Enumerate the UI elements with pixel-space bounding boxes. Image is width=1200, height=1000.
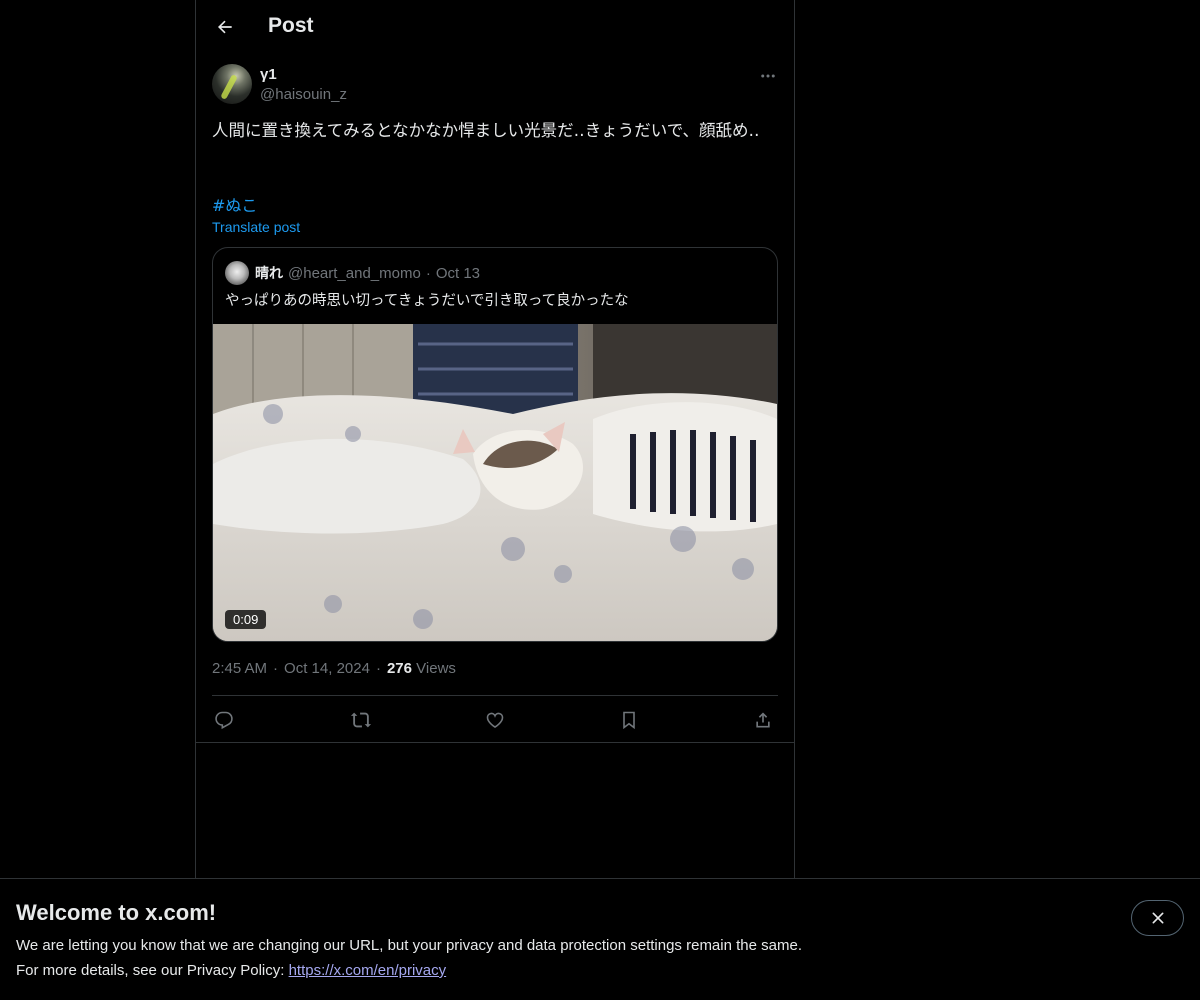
quoted-author-handle: @heart_and_momo <box>288 264 421 282</box>
bookmark-icon <box>623 711 635 730</box>
cats-in-bed-image <box>213 324 777 641</box>
welcome-banner: Welcome to x.com! We are letting you kno… <box>0 878 1200 1000</box>
quoted-post-header: 晴れ @heart_and_momo · Oct 13 <box>225 261 480 285</box>
quoted-avatar <box>225 261 249 285</box>
close-icon <box>1152 912 1163 924</box>
more-button[interactable] <box>756 64 780 88</box>
repost-icon <box>350 712 372 728</box>
bookmark-button[interactable] <box>617 708 641 732</box>
close-banner-button[interactable] <box>1131 900 1184 936</box>
quoted-post[interactable]: 晴れ @heart_and_momo · Oct 13 やっぱりあの時思い切って… <box>212 247 778 642</box>
banner-title: Welcome to x.com! <box>16 900 217 925</box>
post-date[interactable]: Oct 14, 2024 <box>284 660 370 677</box>
quoted-date: Oct 13 <box>435 264 480 282</box>
share-button[interactable] <box>751 708 775 732</box>
back-button[interactable] <box>208 10 242 44</box>
quoted-author-name: 晴れ <box>255 266 283 282</box>
reply-button[interactable] <box>212 708 236 732</box>
repost-button[interactable] <box>349 708 373 732</box>
quoted-post-text: やっぱりあの時思い切ってきょうだいで引き取って良かったな <box>225 293 629 309</box>
translate-post-link[interactable]: Translate post <box>212 219 300 235</box>
banner-privacy-line: For more details, see our Privacy Policy… <box>16 962 446 979</box>
banner-message: We are letting you know that we are chan… <box>16 937 802 954</box>
avatar[interactable] <box>212 64 252 104</box>
reply-icon <box>215 711 233 730</box>
page-title: Post <box>268 14 314 37</box>
post-meta: 2:45 AM · Oct 14, 2024 · 276 Views <box>212 660 456 677</box>
arrow-left-icon <box>218 20 232 34</box>
author-handle[interactable]: @haisouin_z <box>260 86 347 103</box>
hashtag-link[interactable]: #ぬこ <box>212 192 257 216</box>
separator-dot: · <box>425 264 431 282</box>
separator-dot: · <box>375 660 381 677</box>
post-time[interactable]: 2:45 AM <box>212 660 267 677</box>
video-duration: 0:09 <box>225 610 267 629</box>
action-bar <box>212 695 778 743</box>
post-author: γ1 @haisouin_z <box>212 64 780 108</box>
privacy-policy-link[interactable]: https://x.com/en/privacy <box>289 962 447 979</box>
views-count: 276 <box>386 660 412 677</box>
author-name[interactable]: γ1 <box>260 66 277 83</box>
like-icon <box>486 712 504 729</box>
divider <box>196 742 794 743</box>
share-icon <box>756 712 770 728</box>
like-button[interactable] <box>483 708 507 732</box>
post-text: 人間に置き換えてみるとなかなか悍ましい光景だ‥きょうだいで、顔舐め‥ <box>212 121 760 140</box>
top-bar: Post <box>196 0 794 53</box>
separator-dot: · <box>273 660 279 677</box>
views-label: Views <box>416 660 456 677</box>
post-column: Post γ1 @haisouin_z 人間に置き換えてみるとなかなか悍ましい光… <box>195 0 795 879</box>
banner-privacy-prefix: For more details, see our Privacy Policy… <box>16 962 289 979</box>
video-thumbnail[interactable]: 0:09 <box>213 324 777 641</box>
more-dots-icon <box>761 74 775 78</box>
